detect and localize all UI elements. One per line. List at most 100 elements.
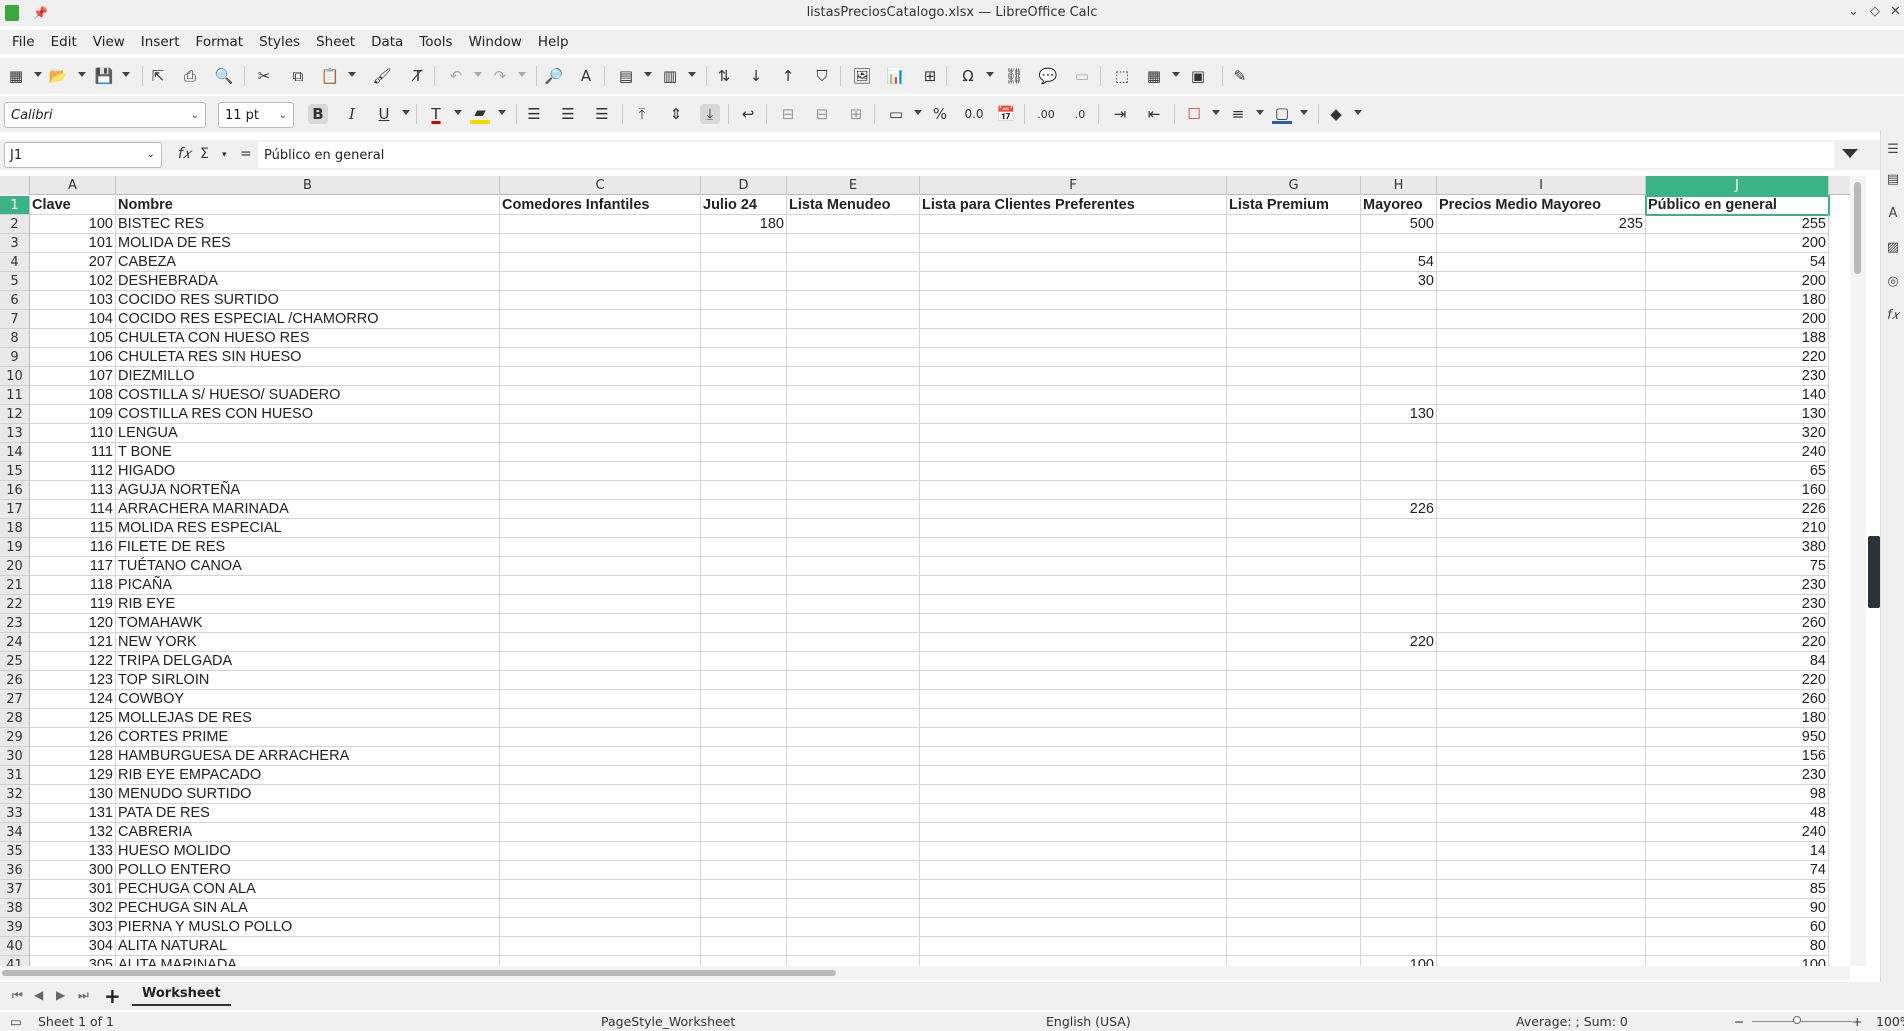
cell-a25[interactable]: 122: [30, 652, 116, 671]
cell-a22[interactable]: 119: [30, 595, 116, 614]
cell-f5[interactable]: [920, 272, 1227, 291]
cell-h16[interactable]: [1361, 481, 1437, 500]
cell-d29[interactable]: [701, 728, 787, 747]
cell-f1[interactable]: Lista para Clientes Preferentes: [920, 196, 1227, 215]
align-center-icon[interactable]: ☰: [558, 104, 578, 124]
cell-i30[interactable]: [1437, 747, 1646, 766]
center-vertically-icon[interactable]: ⇕: [666, 104, 686, 124]
cell-i5[interactable]: [1437, 272, 1646, 291]
cell-f11[interactable]: [920, 386, 1227, 405]
cell-a21[interactable]: 118: [30, 576, 116, 595]
cell-i27[interactable]: [1437, 690, 1646, 709]
cell-h15[interactable]: [1361, 462, 1437, 481]
cut-icon[interactable]: ✂: [254, 66, 274, 86]
cell-e40[interactable]: [787, 937, 920, 956]
cell-b16[interactable]: AGUJA NORTEÑA: [116, 481, 500, 500]
expand-formula-bar-icon[interactable]: [1842, 149, 1858, 158]
save-dropdown-icon[interactable]: [122, 72, 130, 77]
cell-g6[interactable]: [1227, 291, 1361, 310]
cell-g24[interactable]: [1227, 633, 1361, 652]
cell-e31[interactable]: [787, 766, 920, 785]
spreadsheet-grid[interactable]: ABCDEFGHIJ 1 Clave Nombre Comedores Infanti…: [0, 176, 1850, 966]
comment-icon[interactable]: 💬: [1038, 66, 1058, 86]
cell-c13[interactable]: [500, 424, 701, 443]
headers-footers-icon[interactable]: ▭: [1072, 66, 1092, 86]
cell-b19[interactable]: FILETE DE RES: [116, 538, 500, 557]
cell-j31[interactable]: 230: [1646, 766, 1829, 785]
cell-g37[interactable]: [1227, 880, 1361, 899]
borders-dropdown-icon[interactable]: [1212, 110, 1220, 115]
cell-a41[interactable]: 305: [30, 956, 116, 966]
cell-e24[interactable]: [787, 633, 920, 652]
cell-g3[interactable]: [1227, 234, 1361, 253]
cell-e16[interactable]: [787, 481, 920, 500]
cell-i12[interactable]: [1437, 405, 1646, 424]
cell-h2[interactable]: 500: [1361, 215, 1437, 234]
cell-f36[interactable]: [920, 861, 1227, 880]
cell-i41[interactable]: [1437, 956, 1646, 966]
cell-h5[interactable]: 30: [1361, 272, 1437, 291]
delete-decimal-icon[interactable]: .0: [1070, 104, 1090, 124]
cell-g15[interactable]: [1227, 462, 1361, 481]
cell-a40[interactable]: 304: [30, 937, 116, 956]
cell-d6[interactable]: [701, 291, 787, 310]
clone-formatting-icon[interactable]: 🖌: [372, 66, 392, 86]
row-number[interactable]: 10: [0, 367, 30, 386]
cell-h20[interactable]: [1361, 557, 1437, 576]
zoom-slider[interactable]: [1752, 1021, 1852, 1022]
cell-g19[interactable]: [1227, 538, 1361, 557]
menu-edit[interactable]: Edit: [43, 34, 85, 50]
cell-c6[interactable]: [500, 291, 701, 310]
cell-h22[interactable]: [1361, 595, 1437, 614]
cell-d23[interactable]: [701, 614, 787, 633]
last-sheet-icon[interactable]: ⏭: [78, 988, 89, 1003]
date-format-icon[interactable]: 📅: [996, 104, 1016, 124]
cell-b4[interactable]: CABEZA: [116, 253, 500, 272]
cell-e38[interactable]: [787, 899, 920, 918]
open-dropdown-icon[interactable]: [78, 72, 86, 77]
align-bottom-icon[interactable]: ⤓: [700, 104, 720, 124]
cell-a37[interactable]: 301: [30, 880, 116, 899]
cell-d24[interactable]: [701, 633, 787, 652]
cell-d2[interactable]: 180: [701, 215, 787, 234]
cell-b31[interactable]: RIB EYE EMPACADO: [116, 766, 500, 785]
show-draw-functions-icon[interactable]: ✎: [1230, 66, 1250, 86]
border-color-dropdown-icon[interactable]: [1300, 110, 1308, 115]
cell-d19[interactable]: [701, 538, 787, 557]
cell-e7[interactable]: [787, 310, 920, 329]
cell-f24[interactable]: [920, 633, 1227, 652]
cell-i23[interactable]: [1437, 614, 1646, 633]
cell-c26[interactable]: [500, 671, 701, 690]
cell-h17[interactable]: 226: [1361, 500, 1437, 519]
cell-h36[interactable]: [1361, 861, 1437, 880]
cell-d27[interactable]: [701, 690, 787, 709]
horizontal-scrollbar[interactable]: [0, 966, 1850, 980]
cell-i20[interactable]: [1437, 557, 1646, 576]
column-header-d[interactable]: D: [701, 176, 787, 195]
cell-i8[interactable]: [1437, 329, 1646, 348]
cell-b14[interactable]: T BONE: [116, 443, 500, 462]
cell-f41[interactable]: [920, 956, 1227, 966]
row-number[interactable]: 39: [0, 918, 30, 937]
cell-c27[interactable]: [500, 690, 701, 709]
column-header-i[interactable]: I: [1437, 176, 1646, 195]
cell-a5[interactable]: 102: [30, 272, 116, 291]
cell-j40[interactable]: 80: [1646, 937, 1829, 956]
cell-g14[interactable]: [1227, 443, 1361, 462]
cell-f22[interactable]: [920, 595, 1227, 614]
navigator-icon[interactable]: ◎: [1885, 274, 1901, 290]
cell-j22[interactable]: 230: [1646, 595, 1829, 614]
sum-dropdown-icon[interactable]: ▾: [222, 150, 227, 160]
split-window-icon[interactable]: ▣: [1188, 66, 1208, 86]
cell-j21[interactable]: 230: [1646, 576, 1829, 595]
cell-d16[interactable]: [701, 481, 787, 500]
autofilter-icon[interactable]: ⛉: [812, 66, 832, 86]
border-style-dropdown-icon[interactable]: [1256, 110, 1264, 115]
cell-c10[interactable]: [500, 367, 701, 386]
cell-j29[interactable]: 950: [1646, 728, 1829, 747]
cell-d33[interactable]: [701, 804, 787, 823]
cell-i36[interactable]: [1437, 861, 1646, 880]
cell-b3[interactable]: MOLIDA DE RES: [116, 234, 500, 253]
cell-c17[interactable]: [500, 500, 701, 519]
vertical-scrollbar[interactable]: [1850, 176, 1866, 966]
